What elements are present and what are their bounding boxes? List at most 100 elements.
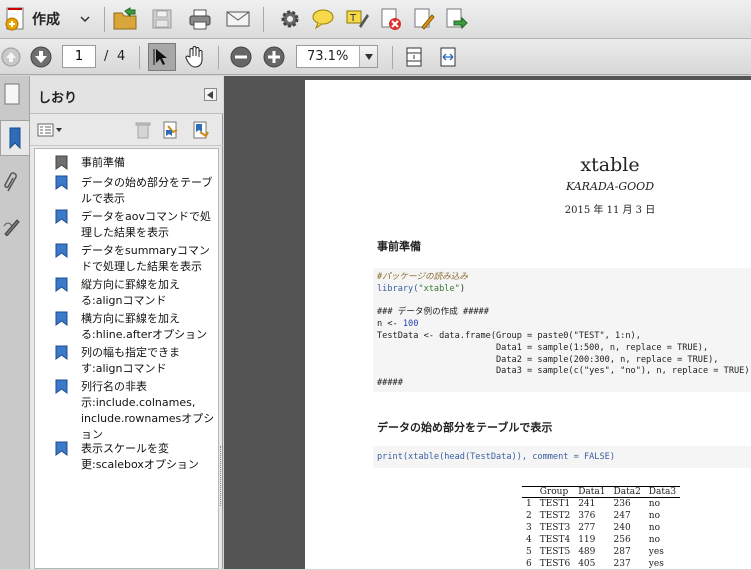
code-line: ### データ例の作成 #####	[377, 307, 489, 318]
open-folder-icon	[113, 7, 137, 30]
fit-page-button[interactable]	[400, 43, 428, 71]
code-line: #####	[377, 378, 403, 389]
arrow-down-icon	[30, 46, 52, 68]
table-cell: yes	[648, 559, 664, 569]
bookmarks-tab-button[interactable]	[0, 120, 29, 156]
svg-text:T: T	[349, 13, 357, 24]
table-cell: TEST1	[539, 499, 571, 509]
table-cell: 405	[578, 559, 596, 569]
trash-icon	[135, 122, 151, 139]
bookmarks-toolbar	[30, 114, 223, 146]
section-heading: データの始め部分をテーブルで表示	[377, 421, 553, 434]
save-button[interactable]	[147, 5, 177, 33]
table-cell: no	[648, 511, 661, 521]
code-token: n <-	[377, 319, 403, 330]
bookmark-label: 横方向に罫線を加える:hline.afterオプション	[81, 312, 208, 341]
table-header-cell: Data1	[574, 486, 610, 498]
table-cell: 240	[613, 523, 631, 533]
main-toolbar: 作成 T	[0, 0, 751, 39]
comment-button[interactable]	[308, 5, 338, 33]
expand-bookmark-button[interactable]	[190, 119, 212, 141]
bookmark-item[interactable]: データの始め部分をテーブルで表示	[55, 175, 217, 207]
minus-icon	[230, 46, 252, 68]
collapse-panel-button[interactable]	[204, 88, 217, 101]
code-line: n <- 100	[373, 319, 751, 331]
bookmark-icon	[55, 277, 68, 292]
table-cell: 277	[578, 523, 596, 533]
bookmark-label: データをsummaryコマンドで処理した結果を表示	[81, 244, 210, 273]
table-cell: 3	[526, 523, 532, 533]
bookmark-item[interactable]: データをsummaryコマンドで処理した結果を表示	[55, 243, 217, 275]
table-header-row: Group Data1 Data2 Data3	[522, 486, 681, 498]
create-pdf-icon	[5, 7, 24, 31]
table-header-cell: Group	[535, 486, 575, 498]
panel-resize-handle[interactable]	[220, 446, 223, 506]
bookmark-icon	[55, 311, 68, 326]
table-cell: no	[648, 535, 661, 545]
chevron-down-icon	[364, 53, 373, 60]
bookmarks-panel-header: しおり	[30, 76, 223, 114]
bookmark-item[interactable]: 列の幅も指定できます:alignコマンド	[55, 345, 217, 377]
prev-page-button[interactable]	[0, 43, 22, 71]
bookmark-item[interactable]: 縦方向に罫線を加える:alignコマンド	[55, 277, 217, 309]
bookmark-icon	[55, 441, 68, 456]
fit-width-button[interactable]	[434, 43, 462, 71]
table-row: 4 TEST4 119 256 no	[522, 534, 680, 546]
sign-button[interactable]	[409, 5, 439, 33]
page-number-input[interactable]	[62, 45, 96, 68]
create-menu-button[interactable]: 作成	[2, 4, 102, 34]
hand-tool-button[interactable]	[181, 43, 209, 71]
table-cell: 1	[526, 499, 532, 509]
select-tool-button[interactable]	[148, 43, 176, 71]
delete-bookmark-button[interactable]	[132, 119, 154, 141]
bookmark-label: 事前準備	[81, 156, 125, 169]
next-page-button[interactable]	[28, 43, 54, 71]
export-button[interactable]	[441, 5, 471, 33]
zoom-dropdown-button[interactable]	[359, 46, 377, 67]
highlight-button[interactable]: T	[342, 5, 372, 33]
open-button[interactable]	[110, 5, 140, 33]
bookmark-icon	[55, 345, 68, 360]
table-cell: 247	[613, 511, 631, 521]
bookmark-item[interactable]: 事前準備	[55, 155, 217, 171]
doc-title: xtable	[580, 154, 640, 176]
zoom-out-button[interactable]	[228, 43, 254, 71]
xtable-output: Group Data1 Data2 Data3 1 TEST1 241 236 no 2…	[522, 486, 681, 570]
settings-button[interactable]	[275, 5, 305, 33]
zoom-in-button[interactable]	[261, 43, 287, 71]
bookmark-item[interactable]: 横方向に罫線を加える:hline.afterオプション	[55, 311, 217, 343]
table-cell: 256	[613, 535, 631, 545]
signatures-button[interactable]	[0, 212, 24, 240]
fit-width-icon	[440, 47, 456, 67]
table-row: 5 TEST5 489 287 yes	[522, 546, 680, 558]
options-menu-button[interactable]	[36, 120, 64, 140]
print-icon	[189, 9, 211, 30]
signature-icon	[3, 219, 20, 236]
table-cell: 237	[613, 559, 631, 569]
save-icon	[152, 9, 172, 29]
email-button[interactable]	[223, 5, 253, 33]
print-button[interactable]	[185, 5, 215, 33]
chevron-left-icon	[207, 90, 213, 99]
table-cell: no	[648, 523, 661, 533]
table-cell: 119	[578, 535, 596, 545]
page-thumbnails-button[interactable]	[0, 80, 24, 108]
zoom-select[interactable]: 73.1%	[296, 45, 378, 68]
code-line: Data2 = sample(200:300, n, replace = TRU…	[377, 354, 719, 365]
bookmark-icon	[55, 175, 68, 190]
bookmark-item[interactable]: 表示スケールを変更:scaleboxオプション	[55, 441, 217, 473]
bookmark-label: データをaovコマンドで処理した結果を表示	[81, 210, 211, 239]
attachments-button[interactable]	[0, 168, 24, 196]
create-label: 作成	[32, 12, 60, 28]
chevron-down-icon	[80, 16, 90, 23]
hand-icon	[185, 46, 203, 68]
table-cell: 4	[526, 535, 532, 545]
bookmark-item[interactable]: データをaovコマンドで処理した結果を表示	[55, 209, 217, 241]
highlight-icon: T	[346, 10, 369, 28]
new-bookmark-button[interactable]	[160, 119, 182, 141]
bookmark-expand-icon	[193, 121, 209, 139]
table-cell: no	[648, 499, 661, 509]
bookmark-item[interactable]: 列行名の非表示:include.colnames, include.rownam…	[55, 379, 217, 443]
doc-author: KARADA-GOOD	[565, 180, 655, 193]
delete-button[interactable]	[376, 5, 406, 33]
